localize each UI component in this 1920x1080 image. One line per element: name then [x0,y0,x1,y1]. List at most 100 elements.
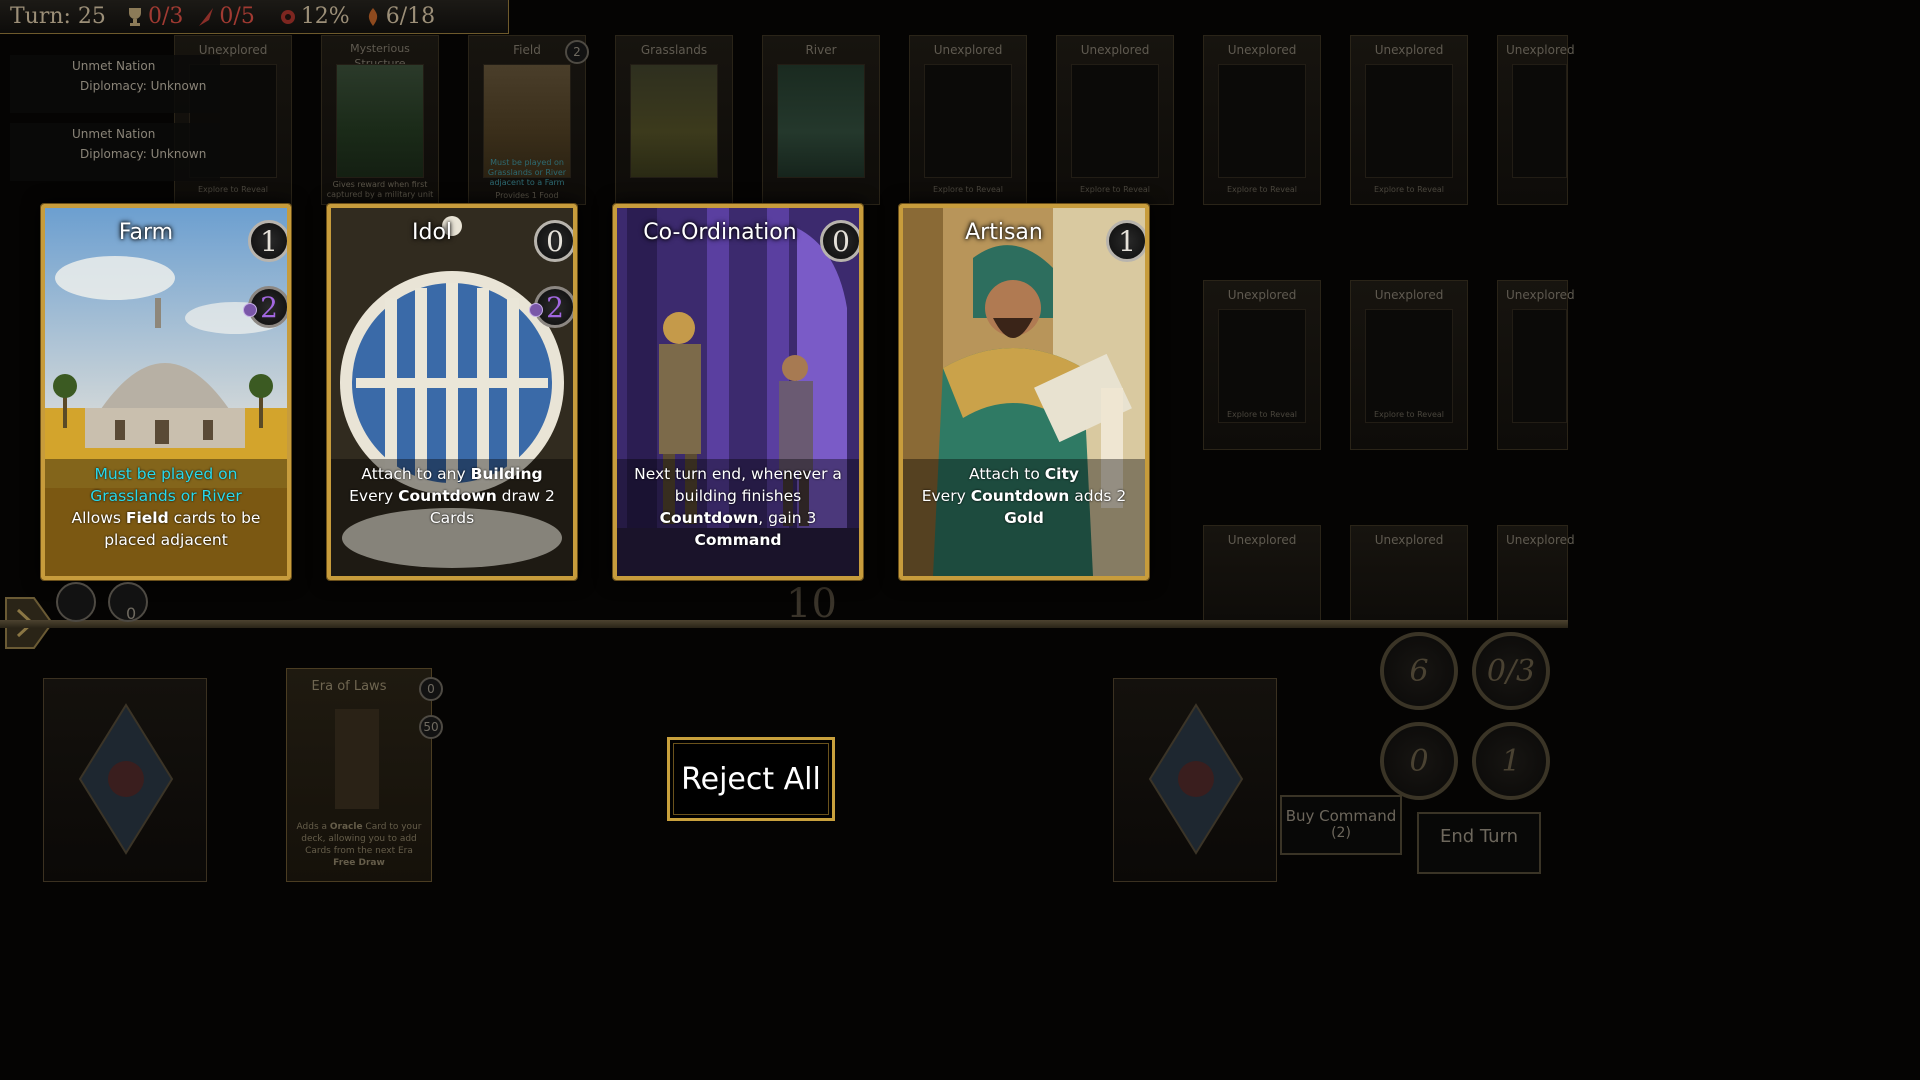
card-title: Co-Ordination [643,220,797,245]
board-tile-unexplored[interactable]: Unexplored Explore to Reveal [1203,280,1321,450]
tile-art [1218,309,1306,423]
deck-back-icon [78,703,174,855]
nation-diplomacy: Diplomacy: Unknown [80,79,207,93]
card-text: Next turn end, whenever a building finis… [617,459,859,576]
military-value: 0/5 [219,4,255,29]
draw-deck[interactable] [43,678,207,882]
card-cost-coin: 0 [820,220,859,262]
tile-hint: Explore to Reveal [932,185,1004,194]
tile-art [1512,309,1567,423]
tile-name: Unexplored [1080,43,1150,57]
card-text-pre: Every [349,487,399,505]
command-counter: 0/3 [1472,632,1550,710]
tile-name: Unexplored [1374,533,1444,547]
military-stat: 0/5 [197,4,255,29]
card-text-bold: Command [694,531,782,549]
tile-name: Unexplored [1227,533,1297,547]
era-desc: Adds a Oracle Card to your deck, allowin… [293,821,425,869]
hand-rail [0,620,1568,628]
tile-name: Unexplored [1506,533,1575,547]
tile-desc: Gives reward when first captured by a mi… [326,180,434,199]
era-title: Era of Laws [311,679,387,694]
tile-name: Unexplored [1506,288,1575,302]
card-text-bold: Countdown [398,487,497,505]
card-text-pre: Attach to any [361,465,471,483]
card-text-pre: , gain 3 [758,509,817,527]
era-card[interactable]: Era of Laws 0 50 Adds a Oracle Card to y… [286,668,443,882]
nation-name: Unmet Nation [72,59,156,73]
board-tile-unexplored[interactable]: Unexplored [1497,525,1575,623]
board-tile-mysterious-structure[interactable]: Mysterious Structure Gives reward when f… [321,35,439,205]
tile-hint: Explore to Reveal [1373,410,1445,419]
board-tile-river[interactable]: River [762,35,880,205]
tile-hint: Explore to Reveal [1226,185,1298,194]
era-free: Free Draw [333,858,385,868]
board-tile-unexplored[interactable]: Unexplored Explore to Reveal [1350,280,1468,450]
food-counter: 1 [1472,722,1550,800]
board-tile-grasslands[interactable]: Grasslands [615,35,733,205]
card-text: Attach to City Every Countdown adds 2 Go… [903,459,1145,576]
buy-command-button[interactable]: Buy Command (2) [1280,795,1402,855]
tile-name: Unexplored [1374,288,1444,302]
card-text-line1: Must be played on Grasslands or River [90,465,242,505]
board-tile-unexplored[interactable]: Unexplored [1497,35,1575,205]
tile-name: Unexplored [1506,43,1575,57]
top-hud: Turn: 25 0/3 0/5 12% 6/18 [0,0,509,34]
trophy-icon [129,7,141,26]
unrest-value: 12% [300,4,350,29]
card-artisan[interactable]: Artisan 1 Attach to City Every Countdown… [898,203,1150,581]
card-co-ordination[interactable]: Co-Ordination 0 Next turn end, whenever … [612,203,864,581]
card-text-pre: Next turn end, whenever a building finis… [634,465,842,505]
board-tile-unexplored[interactable]: Unexplored [1203,525,1321,623]
turn-counter: Turn: 25 [10,4,106,29]
trophy-stat: 0/3 [126,4,183,29]
card-title: Farm [118,220,174,245]
board-tile-unexplored[interactable]: Unexplored Explore to Reveal [1203,35,1321,205]
board-tile-field[interactable]: Field Must be played on Grasslands or Ri… [468,35,589,205]
tile-name: Grasslands [640,43,708,57]
trophy-value: 0/3 [148,4,184,29]
discard-deck[interactable] [1113,678,1277,882]
card-gem-coin: 2 [243,286,287,328]
tile-name: River [805,43,837,57]
nation-entry[interactable]: Unmet Nation Diplomacy: Unknown [10,123,220,181]
card-text-pre: Every [921,487,971,505]
card-text: Attach to any Building Every Countdown d… [331,459,573,576]
tile-hint: Explore to Reveal [197,185,269,194]
tile-hint: Explore to Reveal [1373,185,1445,194]
board-tile-unexplored[interactable]: Unexplored [1497,280,1575,450]
board-tile-unexplored[interactable]: Unexplored [1350,525,1468,623]
rail-counter: 0 [126,604,137,623]
unrest-stat: 12% [279,4,350,29]
population-stat: 6/18 [364,4,435,29]
tile-name: Unexplored [1227,43,1297,57]
reject-all-button[interactable]: Reject All [667,737,835,821]
gem-counter: 0 [1380,722,1458,800]
tile-art [630,64,718,178]
card-text-bold: Building [470,465,543,483]
era-cost-coin: 0 [419,677,443,701]
tile-art [777,64,865,178]
gold-counter: 6 [1380,632,1458,710]
tile-art [924,64,1012,178]
tile-art [1365,64,1453,178]
board-tile-unexplored[interactable]: Unexplored Explore to Reveal [1350,35,1468,205]
nation-diplomacy: Diplomacy: Unknown [80,147,207,161]
nation-entry[interactable]: Unmet Nation Diplomacy: Unknown [10,55,220,113]
population-icon [368,7,377,26]
nation-name: Unmet Nation [72,127,156,141]
card-text-pre: Allows [71,509,126,527]
card-idol[interactable]: Idol 0 2 Attach to any Building Every Co… [326,203,578,581]
board-tile-unexplored[interactable]: Unexplored Explore to Reveal [1056,35,1174,205]
tile-desc-2: Provides 1 Food [495,191,559,200]
end-turn-button[interactable]: End Turn [1417,812,1541,874]
population-value: 6/18 [385,4,436,29]
tile-art [1365,309,1453,423]
tile-hint: Explore to Reveal [1226,410,1298,419]
tile-desc: Must be played on Grasslands or River ad… [473,158,581,188]
unrest-icon [280,9,295,24]
card-text-bold: Countdown [659,509,759,527]
board-tile-unexplored[interactable]: Unexplored Explore to Reveal [909,35,1027,205]
tile-name: Unexplored [1227,288,1297,302]
card-farm[interactable]: Farm 1 2 Must be played on Grasslands or… [40,203,292,581]
